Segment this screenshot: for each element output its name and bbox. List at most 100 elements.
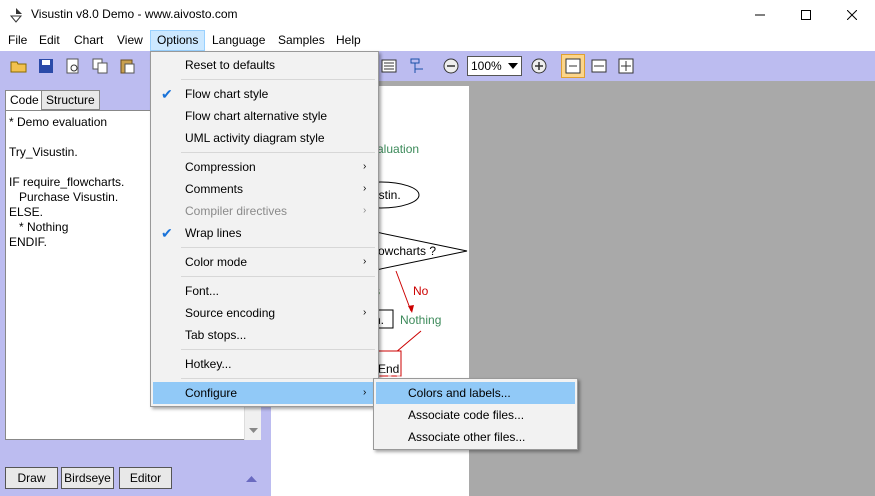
maximize-icon [801, 10, 811, 20]
window-title: Visustin v8.0 Demo - www.aivosto.com [31, 7, 238, 21]
menu-view[interactable]: View [111, 30, 149, 51]
toolbar: 100% [0, 51, 875, 81]
menu-source-encoding[interactable]: Source encoding › [153, 302, 376, 324]
menu-tab-stops[interactable]: Tab stops... [153, 324, 376, 346]
scroll-down-icon[interactable] [249, 428, 258, 434]
code-line: Try_Visustin. [9, 145, 78, 159]
flowchart-decision: flowcharts ? [372, 244, 437, 258]
menu-item-label: Compression [185, 160, 256, 174]
chevron-right-icon: › [363, 161, 367, 172]
zoom-in-icon[interactable] [530, 57, 548, 75]
menu-color-mode[interactable]: Color mode › [153, 251, 376, 273]
open-folder-icon[interactable] [10, 57, 28, 75]
flowchart-no-label: No [413, 284, 429, 298]
copy-icon[interactable] [91, 57, 109, 75]
menu-samples[interactable]: Samples [272, 30, 331, 51]
menu-item-label: Tab stops... [185, 328, 247, 342]
flowchart-nothing: Nothing [400, 313, 442, 327]
chevron-right-icon: › [363, 307, 367, 318]
title-bar: Visustin v8.0 Demo - www.aivosto.com [0, 0, 875, 30]
menu-separator [181, 378, 375, 379]
menu-edit[interactable]: Edit [33, 30, 66, 51]
menu-chart[interactable]: Chart [68, 30, 109, 51]
fit-width-icon[interactable] [590, 57, 608, 75]
editor-button[interactable]: Editor [119, 467, 172, 489]
paste-icon[interactable] [118, 57, 136, 75]
menu-separator [181, 79, 375, 80]
menu-compression[interactable]: Compression › [153, 156, 376, 178]
chevron-right-icon: › [363, 256, 367, 267]
menu-item-label: Associate code files... [408, 408, 525, 422]
menu-separator [181, 247, 375, 248]
menu-item-label: Reset to defaults [185, 58, 276, 72]
maximize-button[interactable] [783, 0, 829, 30]
menu-compiler-directives: Compiler directives › [153, 200, 376, 222]
menu-associate-code-files[interactable]: Associate code files... [376, 404, 575, 426]
menu-help[interactable]: Help [330, 30, 367, 51]
menu-colors-labels[interactable]: Colors and labels... [376, 382, 575, 404]
code-line: Purchase Visustin. [9, 190, 119, 204]
zoom-100-button[interactable] [561, 54, 585, 78]
close-button[interactable] [829, 0, 875, 30]
menu-item-label: UML activity diagram style [185, 131, 325, 145]
minimize-icon [755, 14, 765, 16]
zoom-out-icon[interactable] [442, 57, 460, 75]
draw-button[interactable]: Draw [5, 467, 58, 489]
check-icon: ✔ [161, 86, 173, 102]
menu-reset-defaults[interactable]: Reset to defaults [153, 54, 376, 76]
menu-item-label: Compiler directives [185, 204, 288, 218]
actual-size-icon [565, 58, 581, 74]
menu-bar: File Edit Chart View Options Language Sa… [0, 30, 875, 51]
menu-flow-chart-alt-style[interactable]: Flow chart alternative style [153, 105, 376, 127]
fit-page-icon[interactable] [617, 57, 635, 75]
app-icon [9, 8, 23, 23]
menu-item-label: Comments [185, 182, 244, 196]
menu-item-label: Flow chart style [185, 87, 269, 101]
menu-item-label: Wrap lines [185, 226, 242, 240]
menu-separator [181, 152, 375, 153]
menu-hotkey[interactable]: Hotkey... [153, 353, 376, 375]
menu-configure[interactable]: Configure › [153, 382, 376, 404]
menu-uml-style[interactable]: UML activity diagram style [153, 127, 376, 149]
chevron-right-icon: › [363, 183, 367, 194]
menu-font[interactable]: Font... [153, 280, 376, 302]
menu-item-label: Color mode [185, 255, 248, 269]
chevron-right-icon: › [363, 205, 367, 216]
zoom-select[interactable]: 100% [467, 56, 522, 76]
minimize-button[interactable] [737, 0, 783, 30]
menu-item-label: Font... [185, 284, 220, 298]
flowchart-settings-icon[interactable] [409, 57, 427, 75]
menu-item-label: Hotkey... [185, 357, 232, 371]
menu-comments[interactable]: Comments › [153, 178, 376, 200]
text-view-icon[interactable] [380, 57, 398, 75]
code-line: * Demo evaluation [9, 115, 108, 129]
tab-code[interactable]: Code [5, 90, 44, 111]
print-preview-icon[interactable] [64, 57, 82, 75]
birdseye-button[interactable]: Birdseye [61, 467, 114, 489]
menu-wrap-lines[interactable]: ✔ Wrap lines [153, 222, 376, 244]
code-line: ENDIF. [9, 235, 48, 249]
menu-item-label: Associate other files... [408, 430, 526, 444]
save-icon[interactable] [37, 57, 55, 75]
tab-structure[interactable]: Structure [41, 90, 100, 110]
chevron-right-icon: › [363, 387, 367, 398]
menu-item-label: Colors and labels... [408, 386, 511, 400]
menu-options[interactable]: Options [150, 30, 206, 51]
options-menu: Reset to defaults ✔ Flow chart style Flo… [150, 51, 379, 407]
menu-item-label: Source encoding [185, 306, 276, 320]
panel-collapse-icon[interactable] [246, 476, 257, 483]
code-line: * Nothing [9, 220, 69, 234]
menu-separator [181, 349, 375, 350]
menu-file[interactable]: File [2, 30, 33, 51]
menu-flow-chart-style[interactable]: ✔ Flow chart style [153, 83, 376, 105]
menu-associate-other-files[interactable]: Associate other files... [376, 426, 575, 448]
menu-separator [181, 276, 375, 277]
menu-item-label: Configure [185, 386, 238, 400]
configure-submenu: Colors and labels... Associate code file… [373, 378, 578, 450]
menu-language[interactable]: Language [206, 30, 271, 51]
close-icon [847, 10, 857, 20]
menu-item-label: Flow chart alternative style [185, 109, 328, 123]
zoom-value: 100% [471, 59, 502, 73]
code-line: ELSE. [9, 205, 44, 219]
chevron-down-icon [508, 63, 518, 69]
